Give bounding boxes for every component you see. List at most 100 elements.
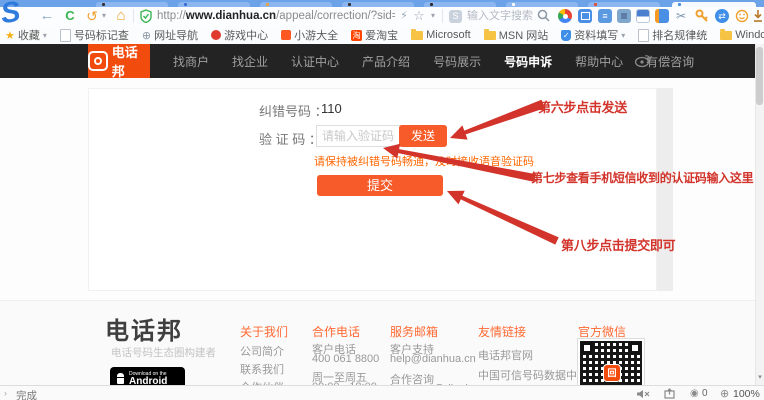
footer-link-contact-us[interactable]: 联系我们	[240, 361, 284, 377]
captcha-hint: 请保持被纠错号码畅通，及时接收语音验证码	[314, 153, 534, 169]
footer-col-wechat-title: 官方微信	[578, 323, 626, 340]
bookmark-item[interactable]: 小游大全	[281, 27, 338, 43]
key-password-icon[interactable]	[695, 9, 709, 23]
bookmark-item[interactable]: Microsoft	[411, 29, 471, 41]
send-button[interactable]: 发送	[399, 125, 447, 147]
correction-number-value: 110	[321, 101, 342, 116]
footer-phone-number: 400 061 8800	[312, 353, 379, 365]
back-icon[interactable]: ←	[38, 7, 56, 26]
nav-item-help-center[interactable]: 帮助中心	[575, 53, 623, 70]
footer-link-data-center[interactable]: 中国可信号码数据中心	[478, 367, 588, 383]
bookmark-item[interactable]: MSN 网站	[484, 27, 549, 43]
tab-favicon	[430, 3, 433, 6]
globe-icon: ⊕	[142, 29, 151, 42]
annotation-step6: 第六步点击发送	[538, 97, 627, 116]
zoom-icon[interactable]: ⊕	[720, 387, 729, 400]
home-icon[interactable]: ⌂	[112, 7, 130, 26]
bookmark-item[interactable]: ✓资料填写▾	[561, 27, 625, 43]
status-expand-icon[interactable]: ›	[4, 388, 7, 398]
reader-extension-icon[interactable]	[655, 9, 669, 23]
captcha-input[interactable]	[316, 125, 406, 147]
shield-icon: ✓	[561, 30, 571, 41]
tab-favicon	[102, 3, 105, 6]
refresh-icon[interactable]: C	[62, 7, 78, 26]
bookmark-item[interactable]: 号码标记查	[60, 27, 129, 43]
footer-col-email-title: 服务邮箱	[390, 323, 438, 340]
url-path: /appeal/correction/?sid=b4b5e0fd476fc4a2	[276, 10, 395, 22]
captcha-label: 验 证 码 ：	[259, 129, 322, 148]
download-icon[interactable]	[752, 9, 764, 23]
bookmark-item[interactable]: 排名规律统	[638, 27, 707, 43]
search-engine-icon[interactable]: S	[449, 10, 462, 23]
chevron-down-icon: ▾	[43, 31, 47, 40]
app-icon	[281, 30, 291, 40]
adblock-icon[interactable]: ◉	[690, 388, 699, 399]
search-icon[interactable]	[537, 9, 550, 22]
page-side-strip	[657, 88, 673, 291]
tab-favicon	[184, 3, 187, 6]
footer-link-company-intro[interactable]: 公司简介	[240, 343, 284, 359]
flash-play-icon[interactable]: ⚡	[398, 7, 410, 26]
adblock-count: 0	[702, 388, 708, 399]
sogou-browser-logo: S	[0, 0, 23, 31]
address-bar[interactable]: http://www.dianhua.cn/appeal/correction/…	[157, 7, 395, 26]
footer-brand: 电话邦	[105, 311, 183, 346]
dianhuabang-logo[interactable]: 电话邦	[88, 44, 150, 78]
bookmark-item[interactable]: 游戏中心	[211, 27, 268, 43]
site-menu: 找商户 找企业 认证中心 产品介绍 号码展示 号码申诉 帮助中心 有偿咨询	[173, 44, 694, 78]
nav-item-paid-consult[interactable]: 有偿咨询	[646, 53, 694, 70]
dianhuabang-logo-icon	[88, 51, 108, 71]
speaker-mute-icon[interactable]	[636, 389, 650, 399]
page-icon	[638, 29, 649, 42]
undo-dropdown-icon[interactable]: ▾	[99, 7, 109, 26]
undo-icon[interactable]: ↺	[84, 7, 100, 26]
scrollbar-down-arrow[interactable]: ▾	[756, 373, 764, 381]
page-icon	[60, 29, 71, 42]
game-center-icon	[211, 30, 221, 40]
bookmark-item[interactable]: ⊕网址导航	[142, 27, 198, 43]
tab-favicon	[678, 3, 681, 6]
annotation-step8: 第八步点击提交即可	[561, 235, 675, 254]
clipboard-extension-icon[interactable]: ≡	[598, 9, 612, 23]
folder-icon	[484, 31, 496, 40]
footer-col-about-title: 关于我们	[240, 323, 288, 340]
status-text: 完成	[16, 388, 37, 400]
nav-item-companies[interactable]: 找企业	[232, 53, 268, 70]
chevron-down-icon: ▾	[621, 31, 625, 40]
tab-favicon	[266, 3, 269, 6]
bookmark-item[interactable]: 淘爱淘宝	[351, 27, 398, 43]
scissors-screenshot-icon[interactable]: ✂	[674, 7, 688, 26]
weibo-icon[interactable]	[634, 52, 652, 68]
chrome-extension-icon[interactable]	[558, 9, 572, 23]
cube-extension-icon[interactable]	[617, 9, 631, 23]
favorite-star-icon[interactable]: ☆	[412, 7, 426, 26]
footer-support-email[interactable]: help@dianhua.cn	[390, 353, 476, 365]
site-footer: 电话邦 电话号码生态圈构建者 Download on theAndroid 关于…	[0, 300, 756, 387]
page-tool-icon[interactable]	[664, 388, 675, 399]
nav-item-number-display[interactable]: 号码展示	[433, 53, 481, 70]
correction-number-label: 纠错号码 ：	[259, 101, 328, 120]
nav-item-number-appeal[interactable]: 号码申诉	[504, 53, 552, 70]
zoom-level[interactable]: 100%	[733, 388, 760, 400]
submit-button[interactable]: 提交	[317, 175, 443, 196]
scrollbar-thumb[interactable]	[756, 47, 763, 105]
bookmark-item[interactable]: Windows Li	[720, 29, 764, 41]
calendar-extension-icon[interactable]	[636, 9, 650, 23]
appeal-form-card: 纠错号码 ： 110 验 证 码 ： 发送 请保持被纠错号码畅通，及时接收语音验…	[88, 88, 657, 291]
smiley-feedback-icon[interactable]	[735, 9, 749, 23]
nav-item-merchants[interactable]: 找商户	[173, 53, 209, 70]
nav-item-products[interactable]: 产品介绍	[362, 53, 410, 70]
nav-item-certification[interactable]: 认证中心	[291, 53, 339, 70]
footer-link-official-site[interactable]: 电话邦官网	[478, 347, 533, 363]
footer-col-links-title: 友情链接	[478, 323, 526, 340]
translate-sync-icon[interactable]: ⇄	[715, 9, 729, 23]
window-extension-icon[interactable]	[578, 9, 592, 23]
toolbar-divider	[442, 9, 443, 23]
annotation-step7: 第七步查看手机短信收到的认证码输入这里	[531, 169, 753, 186]
search-input[interactable]: 输入文字搜索	[467, 7, 533, 26]
android-robot-icon	[115, 373, 125, 385]
tab-favicon	[348, 3, 351, 6]
favorite-dropdown-icon[interactable]: ▾	[428, 7, 438, 26]
footer-col-phone-title: 合作电话	[312, 323, 360, 340]
browser-window: S ← C ↺ ▾ ⌂ http://www.dianhua.cn/appeal…	[0, 0, 764, 400]
